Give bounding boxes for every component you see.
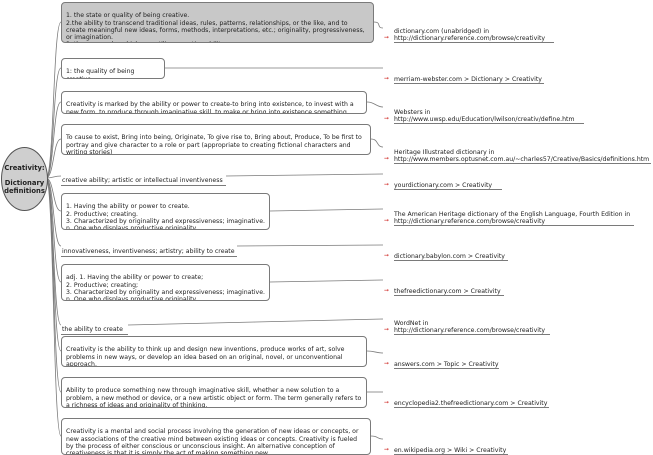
arrow-icon: ➞ [384,155,390,163]
arrow-icon: ➞ [384,74,390,82]
source-text: en.wikipedia.org > Wiki > Creativity [394,446,507,454]
source-text: Heritage Illustrated dictionary in http:… [394,148,650,163]
connector-line [370,435,384,440]
connector-line [45,67,62,179]
connector-line [45,21,62,179]
source-text: Websters in http://www.uwsp.edu/Educatio… [394,108,575,123]
definition-node-wordnet[interactable]: the ability to create [61,319,128,335]
definition-text: Creativity is a mental and social proces… [66,428,359,455]
arrow-icon: ➞ [384,445,390,453]
source-node-answers[interactable]: ➞ answers.com > Topic > Creativity [384,346,499,369]
definition-text: innovativeness, inventiveness; artistry;… [62,248,235,256]
definition-node-wikipedia[interactable]: Creativity is a mental and social proces… [61,418,371,455]
arrow-icon: ➞ [384,326,390,334]
central-topic[interactable]: Creativity: Dictionary definitions [1,147,48,211]
definition-node-heritage-illustrated[interactable]: To cause to exist, Bring into being, Ori… [61,124,371,155]
source-node-thefreedictionary[interactable]: ➞ thefreedictionary.com > Creativity [384,273,504,296]
source-text: WordNet in http://dictionary.reference.c… [394,319,546,334]
source-text: encyclopedia2.thefreedictionary.com > Cr… [394,399,548,407]
definition-text: adj. 1. Having the ability or power to c… [66,274,265,301]
source-text: yourdictionary.com > Creativity [394,181,493,189]
source-node-heritage-illustrated[interactable]: ➞ Heritage Illustrated dictionary in htt… [384,134,651,165]
definition-text: Ability to produce something new through… [66,387,362,408]
definition-text: the ability to create [62,326,123,334]
arrow-icon: ➞ [384,286,390,294]
definition-text: 1: the quality of being creative 2: the … [66,68,135,78]
source-text: dictionary.com (unabridged) in http://di… [394,27,546,42]
central-title: Creativity: [4,163,45,172]
arrow-icon: ➞ [384,217,390,225]
definition-node-thefreedictionary[interactable]: adj. 1. Having the ability or power to c… [61,264,270,301]
central-subtitle: Dictionary definitions [4,178,45,195]
definition-node-yourdictionary[interactable]: creative ability; artistic or intellectu… [61,170,226,186]
definition-text: Creativity is the ability to think up an… [66,346,345,367]
arrow-icon: ➞ [384,180,390,188]
source-node-dictionary-com[interactable]: ➞ dictionary.com (unabridged) in http://… [384,13,554,44]
source-node-encyclopedia2[interactable]: ➞ encyclopedia2.thefreedictionary.com > … [384,385,549,408]
source-node-merriam-webster[interactable]: ➞ merriam-webster.com > Dictionary > Cre… [384,61,544,84]
connector-line [366,101,384,108]
source-node-babylon[interactable]: ➞ dictionary.babylon.com > Creativity [384,238,508,261]
source-text: answers.com > Topic > Creativity [394,360,499,368]
source-node-wikipedia[interactable]: ➞ en.wikipedia.org > Wiki > Creativity [384,432,508,455]
connector-line [45,177,62,352]
definition-node-encyclopedia2[interactable]: Ability to produce something new through… [61,377,367,408]
arrow-icon: ➞ [384,398,390,406]
connector-line [269,279,384,283]
definition-text: 1. the state or quality of being creativ… [66,12,365,42]
definition-text: 1. Having the ability or power to create… [66,203,265,230]
connector-line [373,21,384,29]
definition-node-babylon[interactable]: innovativeness, inventiveness; artistry;… [61,241,237,257]
connector-line [370,138,384,148]
source-text: The American Heritage dictionary of the … [394,210,631,225]
definition-text: Creativity is marked by the ability or p… [66,101,354,114]
source-node-websters[interactable]: ➞ Websters in http://www.uwsp.edu/Educat… [384,94,584,125]
arrow-icon: ➞ [384,251,390,259]
definition-text: creative ability; artistic or intellectu… [62,177,223,185]
definition-node-websters[interactable]: Creativity is marked by the ability or p… [61,91,367,114]
connector-line [45,177,62,437]
definition-node-american-heritage[interactable]: 1. Having the ability or power to create… [61,193,270,230]
source-node-wordnet[interactable]: ➞ WordNet in http://dictionary.reference… [384,305,550,336]
source-text: dictionary.babylon.com > Creativity [394,252,505,260]
arrow-icon: ➞ [384,34,390,42]
connector-line [366,350,384,354]
source-node-yourdictionary[interactable]: ➞ yourdictionary.com > Creativity [384,167,502,190]
connector-line [225,173,384,177]
arrow-icon: ➞ [384,115,390,123]
connector-line [269,208,384,212]
source-text: thefreedictionary.com > Creativity [394,287,501,295]
source-node-american-heritage[interactable]: ➞ The American Heritage dictionary of th… [384,196,634,227]
definition-node-dictionary-com[interactable]: 1. the state or quality of being creativ… [61,2,374,43]
connector-line [236,244,384,247]
definition-node-merriam-webster[interactable]: 1: the quality of being creative 2: the … [61,58,165,79]
arrow-icon: ➞ [384,359,390,367]
definition-text: To cause to exist, Bring into being, Ori… [66,134,362,155]
definition-node-answers[interactable]: Creativity is the ability to think up an… [61,336,367,367]
source-text: merriam-webster.com > Dictionary > Creat… [394,75,542,83]
connector-line [127,318,384,326]
